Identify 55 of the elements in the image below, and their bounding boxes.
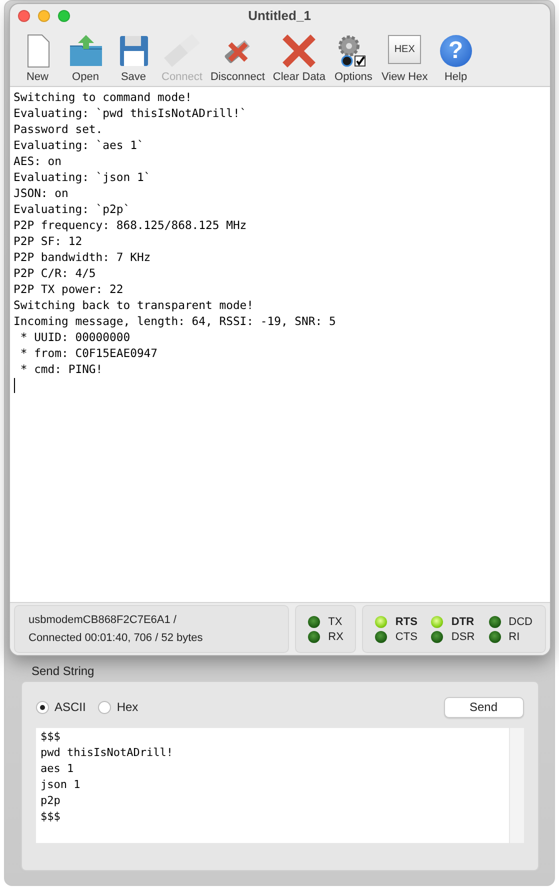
terminal-line: JSON: on — [14, 185, 70, 201]
input-line: $$$ — [40, 729, 62, 745]
terminal-line: * UUID: 00000000 — [19, 329, 132, 345]
terminal-line: Evaluating: `p2p` — [14, 201, 132, 217]
terminal-line: P2P C/R: 4/5 — [14, 265, 97, 281]
input-line: p2p — [40, 793, 62, 809]
terminal-line: Switching back to transparent mode! — [14, 297, 255, 313]
toolbar-button[interactable]: ? Help — [434, 34, 478, 86]
toolbar-button[interactable]: Clear Data — [270, 34, 328, 86]
close-window-button[interactable] — [18, 10, 30, 22]
scroll-bar[interactable] — [508, 728, 524, 843]
led-label: RTS — [395, 616, 418, 628]
connection-info: Connected 00:01:40, 706 / 52 bytes — [28, 632, 204, 644]
send-text-field[interactable]: $$$ pwd thisIsNotADrill! aes 1 json 1 p2p $$$ — [36, 728, 524, 843]
terminal-line: Incoming message, length: 64, RSSI: -19, SNR: 5 — [14, 313, 337, 329]
led-label: RI — [508, 630, 520, 642]
terminal-line: Evaluating: `pwd thisIsNotADrill!` — [14, 105, 248, 121]
led-label: CTS — [395, 630, 418, 642]
radio-button[interactable]: Hex — [98, 700, 138, 714]
send-button[interactable]: Send — [444, 696, 524, 718]
terminal-line: Evaluating: `json 1` — [14, 169, 152, 185]
terminal-line: P2P TX power: 22 — [14, 281, 124, 297]
led-label: DTR — [451, 616, 474, 628]
input-line: json 1 — [40, 777, 82, 793]
input-line: aes 1 — [40, 761, 75, 777]
minimize-button[interactable] — [38, 10, 50, 22]
terminal-line: AES: on — [14, 153, 63, 169]
radio-button[interactable]: ASCII — [36, 700, 86, 714]
led-label: TX — [328, 616, 342, 628]
led-label: RX — [328, 630, 344, 642]
terminal-line: * from: C0F15EAE0947 — [19, 345, 159, 361]
input-line: pwd thisIsNotADrill! — [40, 745, 174, 761]
terminal-output[interactable] — [10, 86, 550, 602]
toolbar-button[interactable]: New — [16, 34, 60, 86]
hex-icon: HEX — [388, 35, 422, 64]
toolbar-button[interactable]: Save — [112, 34, 156, 86]
led-label: DCD — [508, 616, 532, 628]
help-icon: ? — [440, 35, 472, 67]
terminal-line: P2P bandwidth: 7 KHz — [14, 249, 152, 265]
port-name: usbmodemCB868F2C7E6A1 / — [28, 614, 178, 626]
terminal-line: * cmd: PING! — [19, 361, 104, 377]
input-line: $$$ — [40, 809, 62, 825]
toolbar-button[interactable]: Options — [331, 34, 376, 86]
group-title: Send String — [32, 664, 96, 678]
terminal-line: Evaluating: `aes 1` — [14, 137, 145, 153]
toolbar-button[interactable]: Open — [64, 34, 108, 86]
led-label: DSR — [451, 630, 475, 642]
zoom-button[interactable] — [58, 10, 70, 22]
window-title: Untitled_1 — [248, 8, 311, 22]
terminal-line: P2P frequency: 868.125/868.125 MHz — [14, 217, 248, 233]
terminal-line: Switching to command mode! — [14, 89, 193, 105]
toolbar-button[interactable]: Disconnect — [208, 34, 267, 86]
toolbar-button[interactable]: HEX View Hex — [379, 32, 430, 86]
terminal-line: P2P SF: 12 — [14, 233, 84, 249]
terminal-line: Password set. — [14, 121, 104, 137]
